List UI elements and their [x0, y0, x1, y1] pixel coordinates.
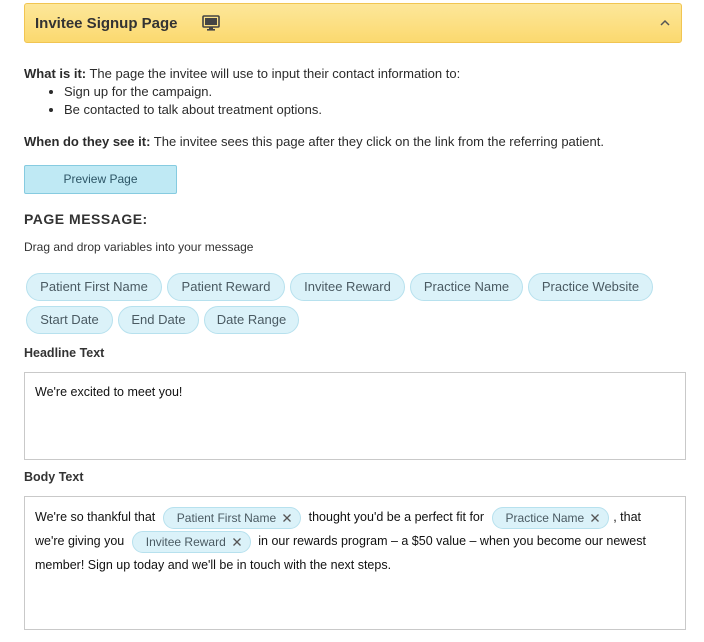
- variable-chip-patient-reward[interactable]: Patient Reward: [167, 273, 285, 301]
- list-item: Sign up for the campaign.: [64, 83, 460, 101]
- headline-label: Headline Text: [24, 346, 105, 360]
- chevron-up-icon[interactable]: [659, 18, 671, 28]
- chip-label: Practice Name: [505, 510, 585, 525]
- variable-chip-end-date[interactable]: End Date: [118, 306, 199, 334]
- when-text: The invitee sees this page after they cl…: [150, 134, 604, 149]
- variable-chip-start-date[interactable]: Start Date: [26, 306, 113, 334]
- variable-chip-practice-name[interactable]: Practice Name: [410, 273, 523, 301]
- what-label: What is it:: [24, 66, 87, 81]
- close-icon[interactable]: [590, 513, 600, 523]
- body-text: , that: [613, 510, 642, 524]
- chip-label: Invitee Reward: [145, 534, 226, 549]
- when-label: When do they see it:: [24, 134, 151, 149]
- body-text: We're so thankful that: [35, 510, 156, 524]
- body-label: Body Text: [24, 470, 84, 484]
- chip-label: Patient First Name: [176, 510, 277, 525]
- preview-page-button[interactable]: Preview Page: [24, 165, 177, 194]
- body-line: we're giving you Invitee Reward in our r…: [35, 529, 646, 553]
- purpose-list: Sign up for the campaign. Be contacted t…: [24, 83, 460, 119]
- body-text: member! Sign up today and we'll be in to…: [35, 558, 392, 572]
- inserted-variable-chip[interactable]: Patient First Name: [162, 506, 302, 529]
- body-text: we're giving you: [35, 534, 125, 548]
- close-icon[interactable]: [282, 513, 292, 523]
- list-item: Be contacted to talk about treatment opt…: [64, 101, 460, 119]
- body-line: We're so thankful that Patient First Nam…: [35, 505, 641, 529]
- close-icon[interactable]: [232, 537, 242, 547]
- variable-chip-date-range[interactable]: Date Range: [204, 306, 299, 334]
- inserted-variable-chip[interactable]: Practice Name: [491, 506, 610, 529]
- what-text: The page the invitee will use to input t…: [86, 66, 461, 81]
- section-title: Invitee Signup Page: [35, 15, 178, 32]
- body-text: in our rewards program – a $50 value – w…: [258, 534, 646, 548]
- variable-chip-patient-first-name[interactable]: Patient First Name: [26, 273, 162, 301]
- body-input[interactable]: We're so thankful that Patient First Nam…: [24, 496, 686, 630]
- variable-chip-invitee-reward[interactable]: Invitee Reward: [290, 273, 405, 301]
- body-line: member! Sign up today and we'll be in to…: [35, 553, 391, 577]
- page-message-title: PAGE MESSAGE:: [24, 211, 148, 227]
- headline-input[interactable]: We're excited to meet you!: [24, 372, 686, 460]
- variable-chip-practice-website[interactable]: Practice Website: [528, 273, 653, 301]
- monitor-icon: [202, 15, 220, 31]
- what-is-it: What is it: The page the invitee will us…: [24, 66, 460, 119]
- page-message-subtitle: Drag and drop variables into your messag…: [24, 240, 254, 254]
- body-text: thought you'd be a perfect fit for: [308, 510, 485, 524]
- when-seen: When do they see it: The invitee sees th…: [24, 134, 604, 149]
- inserted-variable-chip[interactable]: Invitee Reward: [131, 530, 251, 553]
- headline-value: We're excited to meet you!: [35, 385, 183, 399]
- section-header[interactable]: Invitee Signup Page: [24, 3, 682, 43]
